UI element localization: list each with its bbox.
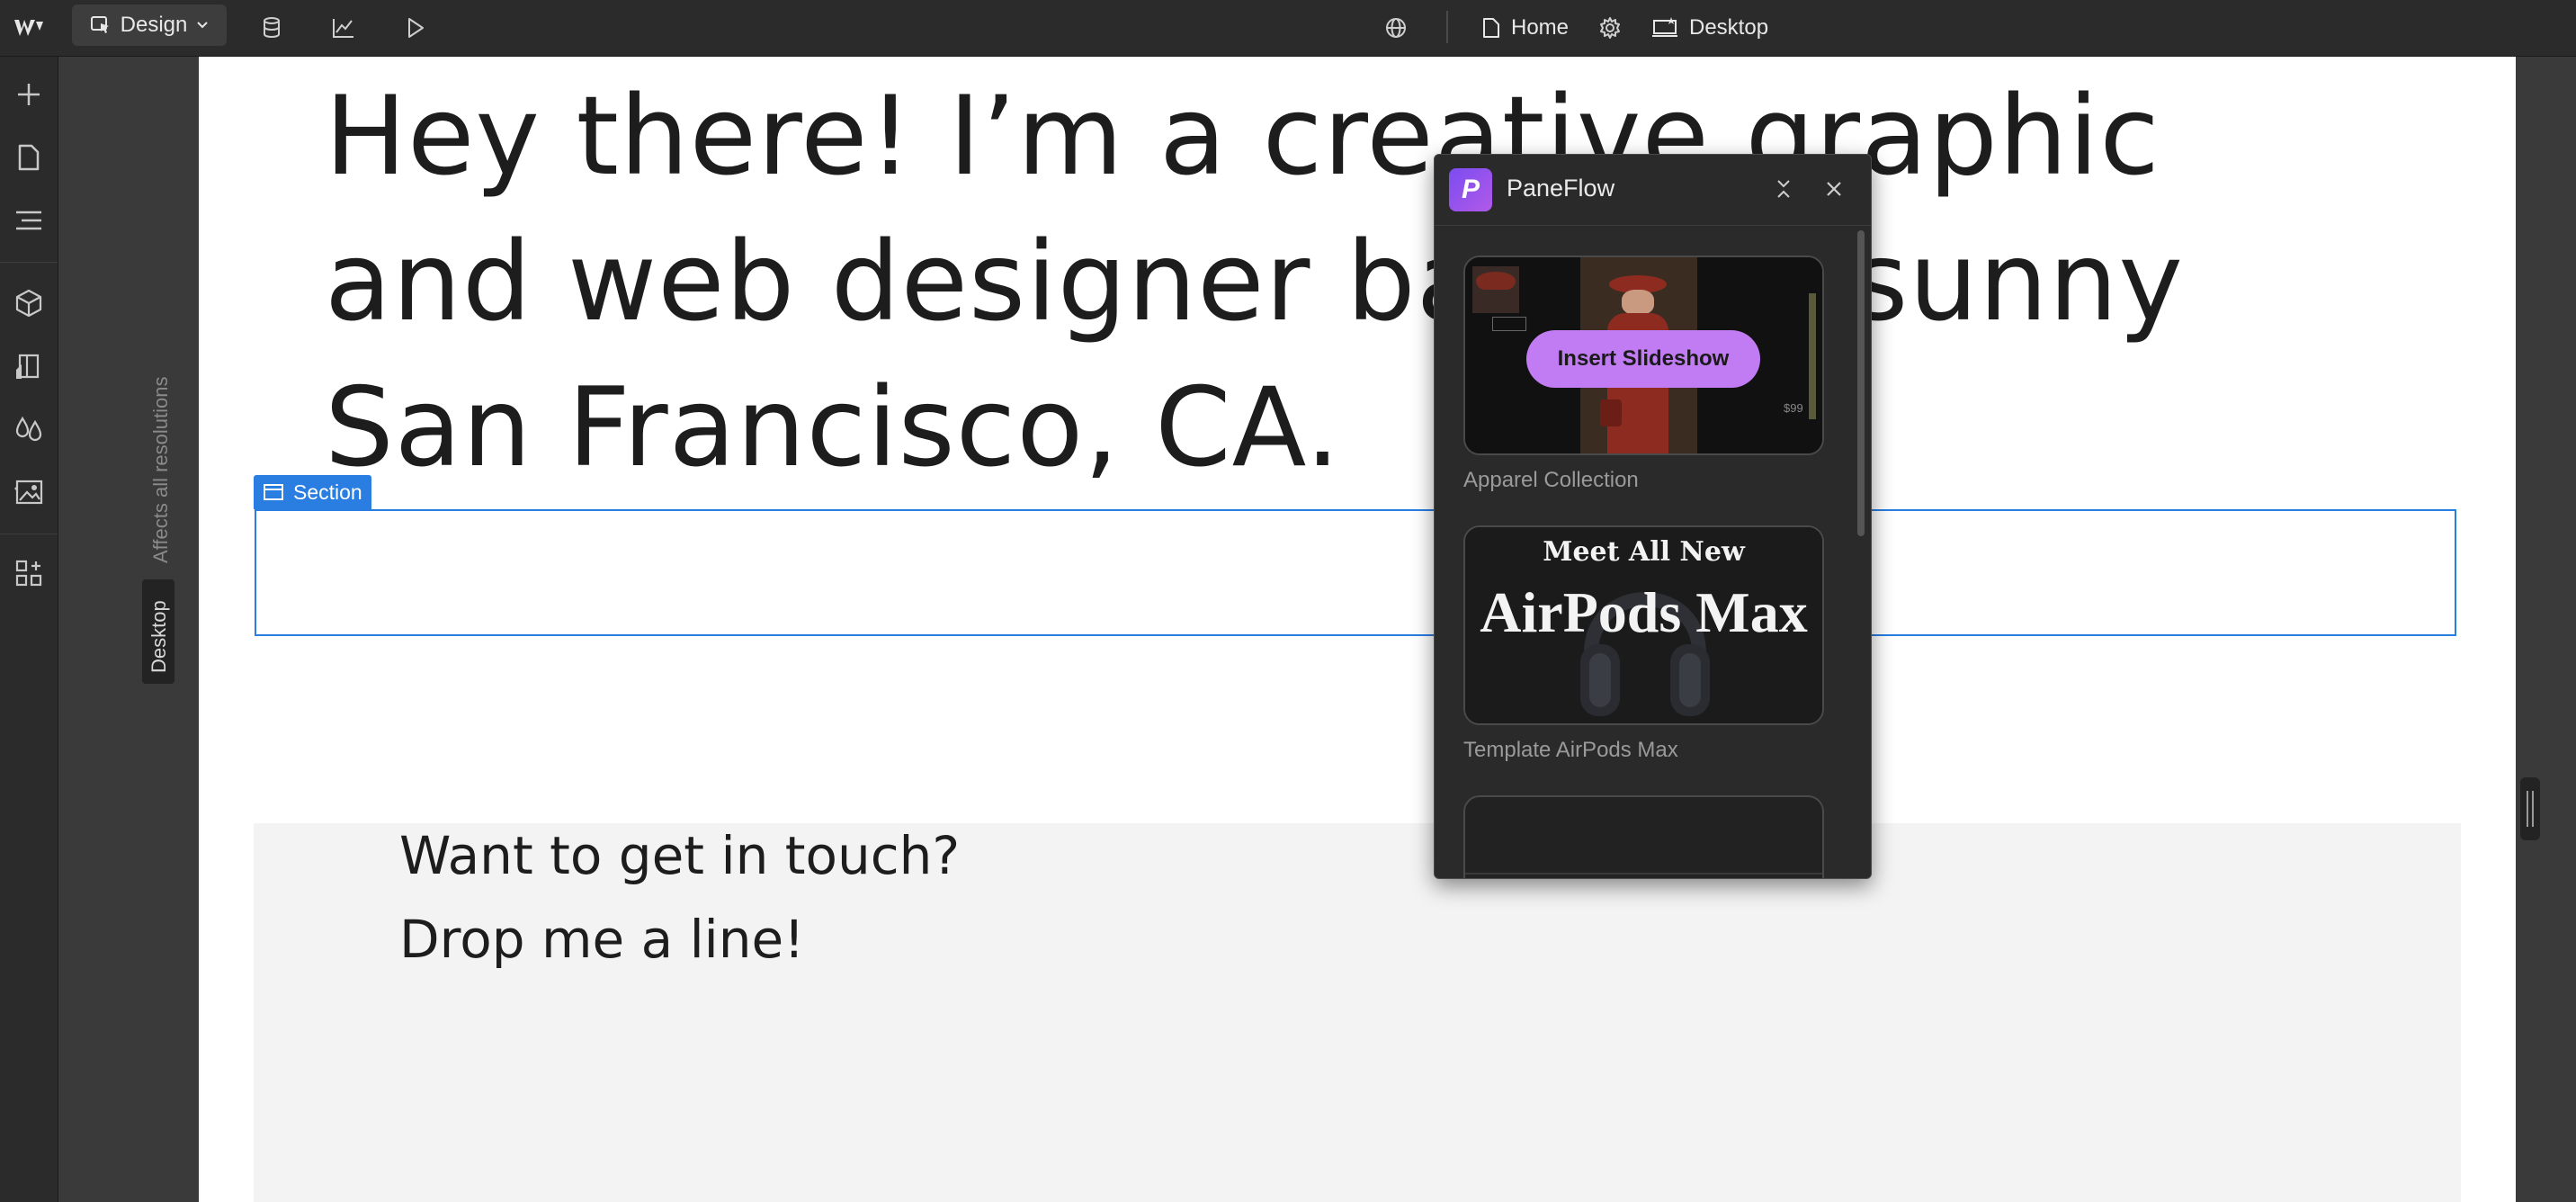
- page-settings-gear-icon[interactable]: [1585, 0, 1635, 56]
- add-elements-plus-icon[interactable]: [7, 73, 50, 116]
- analytics-chart-icon[interactable]: [318, 0, 369, 56]
- insert-slideshow-button[interactable]: Insert Slideshow: [1526, 330, 1760, 388]
- contact-line-1[interactable]: Want to get in touch?: [399, 814, 960, 898]
- left-toolbar: [0, 57, 58, 1202]
- contact-section[interactable]: Want to get in touch? Drop me a line!: [254, 823, 2461, 1202]
- desktop-breakpoint-icon: [1651, 17, 1678, 39]
- design-mode-button[interactable]: Design: [72, 4, 227, 46]
- template-card-airpods[interactable]: Meet All New AirPods Max: [1463, 525, 1824, 725]
- variables-drops-icon[interactable]: [7, 408, 50, 451]
- style-selectors-icon[interactable]: [7, 345, 50, 388]
- webflow-logo-icon[interactable]: [5, 0, 52, 56]
- template-card-divider: [1465, 873, 1822, 875]
- paneflow-panel: P PaneFlow $99 Insert Slideshow Apparel …: [1434, 154, 1872, 879]
- airpods-preview-line1: Meet All New: [1543, 536, 1745, 568]
- design-mode-label: Design: [120, 13, 188, 37]
- canvas-right-gutter: [2516, 57, 2576, 1202]
- apps-grid-icon[interactable]: [7, 552, 50, 595]
- preview-play-icon[interactable]: [390, 0, 441, 56]
- breakpoint-selector[interactable]: Desktop: [1651, 0, 1768, 56]
- template-label-airpods: Template AirPods Max: [1463, 738, 1678, 762]
- components-cube-icon[interactable]: [7, 282, 50, 325]
- breakpoint-name: Desktop: [1689, 15, 1769, 40]
- top-bar: Design Home Desktop: [0, 0, 2576, 57]
- template-card-apparel[interactable]: $99 Insert Slideshow: [1463, 256, 1824, 455]
- canvas-left-gutter: [58, 57, 199, 1202]
- cursor-select-icon: [90, 14, 112, 36]
- section-label-tag[interactable]: Section: [254, 475, 371, 509]
- template-label-apparel: Apparel Collection: [1463, 468, 1639, 492]
- page-icon: [1482, 17, 1500, 39]
- panel-scrollbar[interactable]: [1857, 230, 1865, 536]
- section-tag-label: Section: [293, 480, 362, 504]
- page-selector[interactable]: Home: [1482, 0, 1569, 56]
- collapse-panel-icon[interactable]: [1767, 173, 1800, 205]
- airpods-preview-line2: AirPods Max: [1480, 580, 1808, 644]
- page-name: Home: [1511, 15, 1570, 40]
- cms-database-icon[interactable]: [246, 0, 297, 56]
- canvas-resize-handle[interactable]: [2520, 777, 2540, 840]
- template-card-partial[interactable]: [1463, 795, 1824, 878]
- contact-line-2[interactable]: Drop me a line!: [399, 898, 805, 982]
- panel-title: PaneFlow: [1507, 175, 1615, 202]
- close-panel-icon[interactable]: [1818, 173, 1850, 205]
- airpods-preview-image: Meet All New AirPods Max: [1465, 527, 1822, 723]
- affects-all-resolutions-label: Affects all resolutions: [149, 376, 172, 563]
- topbar-divider: [1446, 11, 1448, 43]
- paneflow-logo-icon: P: [1449, 168, 1492, 211]
- section-icon: [263, 483, 284, 501]
- page-canvas: Hey there! I’m a creative graphic and we…: [199, 57, 2516, 1202]
- chevron-down-icon: [196, 21, 209, 30]
- hero-heading[interactable]: Hey there! I’m a creative graphic and we…: [325, 64, 2393, 501]
- pages-icon[interactable]: [7, 136, 50, 179]
- desktop-vertical-label: Desktop: [148, 600, 170, 673]
- navigator-icon[interactable]: [7, 199, 50, 242]
- apparel-preview-price: $99: [1784, 401, 1803, 415]
- panel-header[interactable]: P PaneFlow: [1435, 155, 1871, 226]
- selected-section-outline[interactable]: [255, 509, 2456, 636]
- assets-image-icon[interactable]: [7, 471, 50, 514]
- globe-icon[interactable]: [1371, 0, 1421, 56]
- rail-divider: [0, 262, 58, 263]
